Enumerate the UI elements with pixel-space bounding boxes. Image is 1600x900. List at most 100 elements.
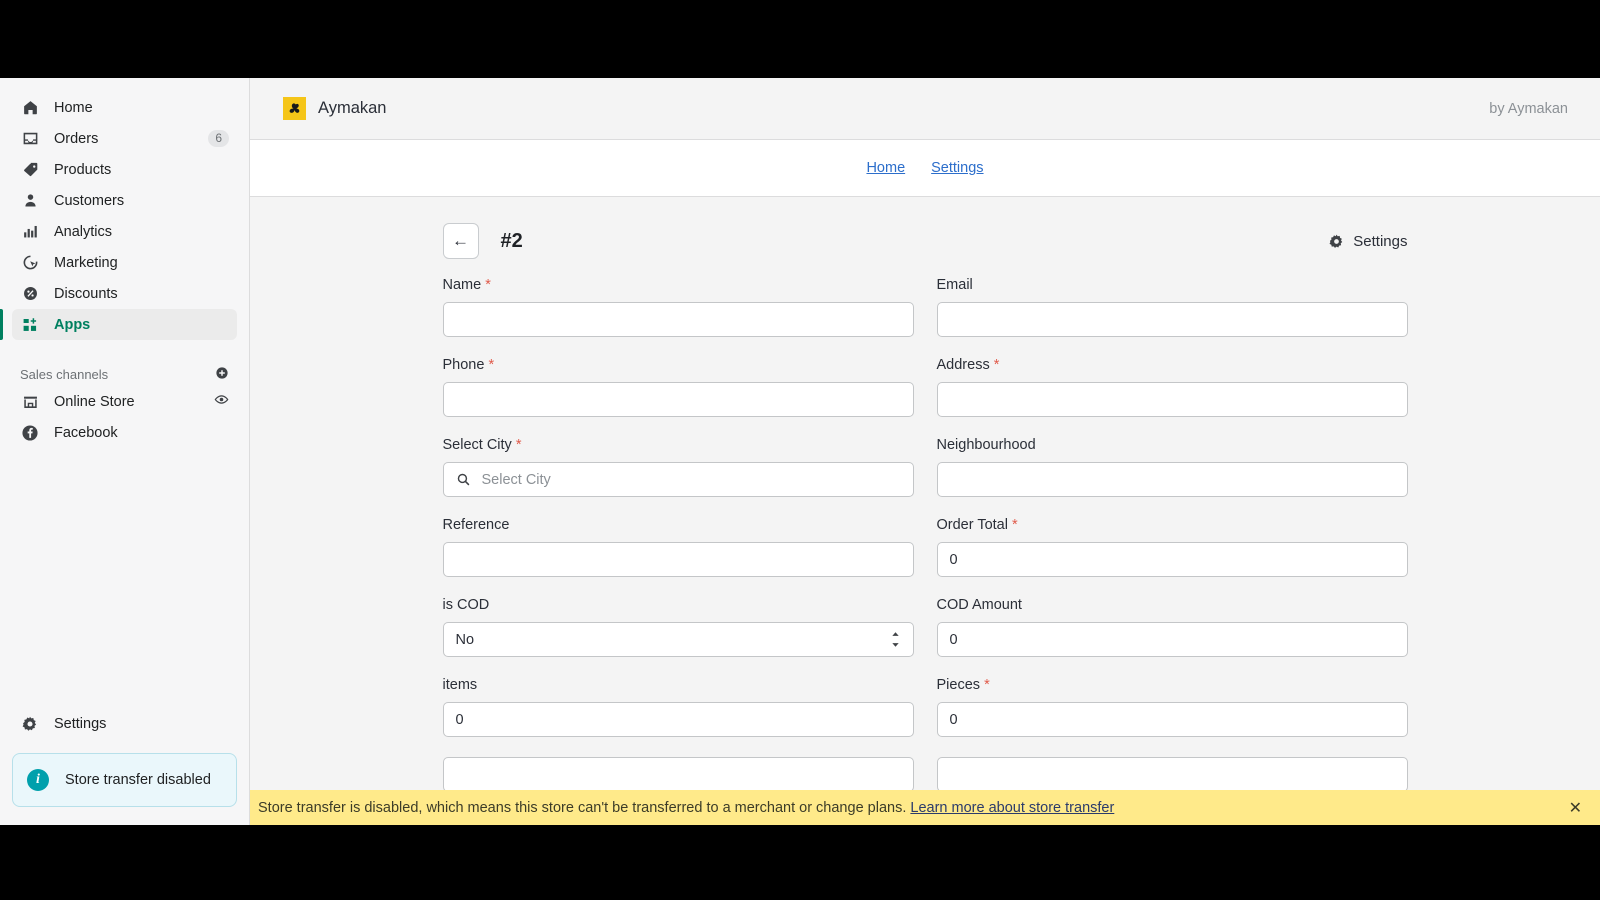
next-right-input[interactable] — [936, 757, 1408, 792]
input-value: 0 — [949, 551, 958, 568]
field-label: Address * — [937, 357, 1408, 373]
address-input[interactable] — [936, 382, 1408, 417]
field-order-total: Order Total * 0 — [936, 517, 1408, 577]
next-left-input[interactable] — [442, 757, 914, 792]
content-area: ← #2 Settings Name * Email Phone * Addre… — [250, 197, 1600, 825]
field-label: Email — [937, 277, 1408, 293]
nav-link-settings[interactable]: Settings — [931, 160, 983, 176]
phone-input[interactable] — [442, 382, 914, 417]
page-title-row: ← #2 Settings — [442, 223, 1408, 259]
eye-icon[interactable] — [214, 392, 229, 411]
nav-link-home[interactable]: Home — [866, 160, 905, 176]
sidebar-item-settings[interactable]: Settings — [12, 708, 237, 739]
field-label-text: Neighbourhood — [936, 437, 1036, 453]
sidebar-item-facebook[interactable]: Facebook — [12, 417, 237, 448]
close-icon[interactable]: ✕ — [1549, 798, 1582, 818]
field-label-text: Phone — [442, 357, 485, 373]
field-cod-amount: COD Amount 0 — [936, 597, 1408, 657]
field-label: items — [443, 677, 914, 693]
customers-icon — [20, 191, 40, 211]
home-icon — [20, 98, 40, 118]
field-address: Address * — [936, 357, 1408, 417]
field-reference: Reference — [442, 517, 914, 577]
is-cod-select[interactable]: No — [442, 622, 914, 657]
app-byline: by Aymakan — [1489, 100, 1568, 117]
field-label: Select City * — [443, 437, 914, 453]
reference-input[interactable] — [442, 542, 914, 577]
products-icon — [20, 160, 40, 180]
main-column: Aymakan by Aymakan Home Settings ← #2 Se… — [250, 78, 1600, 825]
marketing-icon — [20, 253, 40, 273]
select-city-input[interactable]: Select City — [442, 462, 914, 497]
store-icon — [20, 392, 40, 412]
app-header: Aymakan by Aymakan — [250, 78, 1600, 140]
required-marker: * — [984, 677, 990, 693]
field-phone: Phone * — [442, 357, 914, 417]
sidebar-item-label: Apps — [54, 316, 91, 333]
cod-amount-input[interactable]: 0 — [936, 622, 1408, 657]
field-label: is COD — [443, 597, 914, 613]
name-input[interactable] — [442, 302, 914, 337]
input-value: 0 — [949, 631, 958, 648]
field-is-cod: is COD No — [442, 597, 914, 657]
field-label: COD Amount — [937, 597, 1408, 613]
sales-channels-header: Sales channels — [12, 362, 237, 386]
field-label-text: Pieces — [936, 677, 981, 693]
app-name: Aymakan — [318, 99, 387, 117]
info-icon: i — [27, 769, 49, 791]
aymakan-logo-icon — [283, 97, 306, 120]
letterbox-top — [0, 0, 1600, 78]
neighbourhood-input[interactable] — [936, 462, 1408, 497]
settings-button[interactable]: Settings — [1328, 232, 1408, 250]
field-email: Email — [936, 277, 1408, 337]
items-input[interactable]: 0 — [442, 702, 914, 737]
sidebar: Home Orders 6 Products Customers Analyti… — [0, 78, 250, 825]
sidebar-item-analytics[interactable]: Analytics — [12, 216, 237, 247]
app-nav-strip: Home Settings — [250, 140, 1600, 197]
field-label-text: Address — [936, 357, 990, 373]
order-total-input[interactable]: 0 — [936, 542, 1408, 577]
apps-icon — [20, 315, 40, 335]
gear-icon — [20, 714, 40, 734]
settings-button-label: Settings — [1353, 232, 1408, 250]
field-label-text: Reference — [442, 517, 510, 533]
sidebar-item-online-store[interactable]: Online Store — [12, 386, 237, 417]
sidebar-item-label: Customers — [54, 192, 125, 209]
sidebar-item-orders[interactable]: Orders 6 — [12, 123, 237, 154]
store-transfer-alert[interactable]: i Store transfer disabled — [12, 753, 237, 807]
sidebar-item-customers[interactable]: Customers — [12, 185, 237, 216]
back-button[interactable]: ← — [442, 223, 479, 259]
banner-learn-more-link[interactable]: Learn more about store transfer — [910, 800, 1114, 816]
input-value: 0 — [455, 711, 464, 728]
sidebar-item-discounts[interactable]: Discounts — [12, 278, 237, 309]
sidebar-item-home[interactable]: Home — [12, 92, 237, 123]
analytics-icon — [20, 222, 40, 242]
required-marker: * — [993, 357, 1000, 373]
sidebar-item-marketing[interactable]: Marketing — [12, 247, 237, 278]
letterbox-bottom — [0, 825, 1600, 900]
required-marker: * — [485, 277, 491, 293]
sidebar-item-label: Settings — [54, 715, 107, 732]
sidebar-item-products[interactable]: Products — [12, 154, 237, 185]
form-grid: Name * Email Phone * Address * Select Ci… — [442, 277, 1408, 812]
field-label-text: Email — [936, 277, 973, 293]
sidebar-item-label: Analytics — [54, 223, 113, 240]
store-transfer-alert-label: Store transfer disabled — [65, 772, 211, 788]
field-label-text: is COD — [442, 597, 490, 613]
stepper-arrows-icon — [890, 631, 901, 648]
sidebar-item-apps[interactable]: Apps — [0, 309, 237, 340]
field-next-left — [442, 757, 914, 792]
email-input[interactable] — [936, 302, 1408, 337]
field-label-text: Select City — [442, 437, 512, 453]
select-city-placeholder: Select City — [481, 471, 551, 488]
form-container: ← #2 Settings Name * Email Phone * Addre… — [442, 223, 1408, 812]
input-value: 0 — [949, 711, 958, 728]
field-items: items 0 — [442, 677, 914, 737]
field-pieces: Pieces * 0 — [936, 677, 1408, 737]
add-sales-channel-icon[interactable] — [215, 366, 229, 383]
select-value: No — [455, 631, 475, 648]
field-label-text: Order Total — [936, 517, 1008, 533]
field-name: Name * — [442, 277, 914, 337]
pieces-input[interactable]: 0 — [936, 702, 1408, 737]
